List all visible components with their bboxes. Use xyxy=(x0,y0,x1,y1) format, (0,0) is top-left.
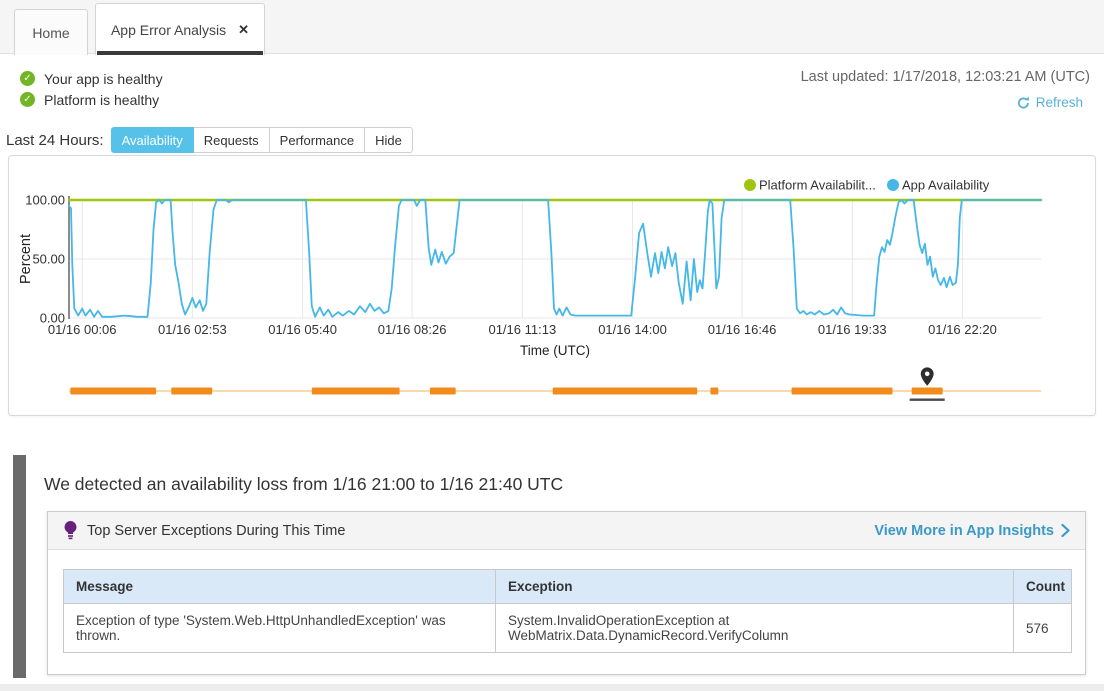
x-tick-label: 01/16 05:40 xyxy=(268,322,337,337)
tab-bar: Home App Error Analysis ✕ xyxy=(0,0,1104,54)
panel-title: Top Server Exceptions During This Time xyxy=(87,523,345,539)
availability-chart-card: 0.0050.00100.0001/16 00:0601/16 02:5301/… xyxy=(8,155,1096,416)
refresh-label: Refresh xyxy=(1036,95,1083,110)
cell-count: 576 xyxy=(1014,604,1072,653)
downtime-segment[interactable] xyxy=(553,388,698,395)
tab-home-label: Home xyxy=(32,25,69,41)
series-line-1 xyxy=(69,200,1041,317)
x-tick-label: 01/16 19:33 xyxy=(818,322,887,337)
y-tick-label: 50.00 xyxy=(32,252,65,267)
cell-message: Exception of type 'System.Web.HttpUnhand… xyxy=(64,604,496,653)
check-circle-icon: ✓ xyxy=(20,92,35,107)
legend-dot xyxy=(744,179,756,191)
active-tab-underline xyxy=(97,51,263,55)
footer-strip xyxy=(0,684,1104,691)
table-row: Exception of type 'System.Web.HttpUnhand… xyxy=(64,604,1072,653)
hide-button[interactable]: Hide xyxy=(364,127,413,153)
panel-header: Top Server Exceptions During This Time V… xyxy=(48,512,1085,550)
health-status: ✓ Your app is healthy ✓ Platform is heal… xyxy=(20,68,163,110)
insight-accent-bar xyxy=(13,455,26,678)
x-tick-label: 01/16 11:13 xyxy=(488,322,556,337)
downtime-segment[interactable] xyxy=(710,388,718,395)
view-more-link[interactable]: View More in App Insights xyxy=(874,523,1070,539)
tab-app-error-analysis[interactable]: App Error Analysis ✕ xyxy=(95,3,265,55)
availability-loss-heading: We detected an availability loss from 1/… xyxy=(44,474,563,495)
performance-button[interactable]: Performance xyxy=(269,127,365,153)
x-tick-label: 01/16 08:26 xyxy=(378,322,447,337)
table-header-row: Message Exception Count xyxy=(64,570,1072,604)
column-header-count: Count xyxy=(1014,570,1072,604)
last-updated-text: Last updated: 1/17/2018, 12:03:21 AM (UT… xyxy=(801,69,1090,85)
platform-health-label: Platform is healthy xyxy=(44,92,159,108)
map-pin-icon[interactable] xyxy=(921,367,934,385)
refresh-button[interactable]: Refresh xyxy=(1017,95,1083,110)
cell-exception: System.InvalidOperationException at WebM… xyxy=(496,604,1014,653)
downtime-segment[interactable] xyxy=(70,388,156,395)
tab-home[interactable]: Home xyxy=(14,9,88,55)
requests-button[interactable]: Requests xyxy=(193,127,270,153)
downtime-segment[interactable] xyxy=(912,388,943,395)
metric-button-group: Availability Requests Performance Hide xyxy=(111,127,413,153)
time-range-controls: Last 24 Hours: Availability Requests Per… xyxy=(6,127,413,153)
availability-button[interactable]: Availability xyxy=(111,127,194,153)
view-more-label: View More in App Insights xyxy=(874,523,1054,539)
y-tick-label: 100.00 xyxy=(25,193,65,208)
availability-chart: 0.0050.00100.0001/16 00:0601/16 02:5301/… xyxy=(9,156,1095,415)
exceptions-table: Message Exception Count Exception of typ… xyxy=(63,569,1072,653)
downtime-segment[interactable] xyxy=(312,388,400,395)
x-axis-title: Time (UTC) xyxy=(520,343,590,358)
legend-label: Platform Availabilit... xyxy=(759,178,876,193)
column-header-exception: Exception xyxy=(496,570,1014,604)
x-tick-label: 01/16 14:00 xyxy=(598,322,667,337)
x-tick-label: 01/16 00:06 xyxy=(48,322,117,337)
selected-segment-underline xyxy=(910,399,945,401)
app-health-label: Your app is healthy xyxy=(44,71,163,87)
downtime-segment[interactable] xyxy=(792,388,893,395)
refresh-icon xyxy=(1017,96,1030,109)
downtime-segment[interactable] xyxy=(430,388,456,395)
chevron-right-icon xyxy=(1061,524,1070,537)
top-exceptions-panel: Top Server Exceptions During This Time V… xyxy=(47,511,1086,675)
y-axis-title: Percent xyxy=(18,234,34,284)
x-tick-label: 01/16 16:46 xyxy=(708,322,777,337)
time-range-label: Last 24 Hours: xyxy=(6,132,104,149)
x-tick-label: 01/16 22:20 xyxy=(928,322,997,337)
column-header-message: Message xyxy=(64,570,496,604)
tab-active-label: App Error Analysis xyxy=(111,22,226,38)
x-tick-label: 01/16 02:53 xyxy=(158,322,227,337)
close-icon[interactable]: ✕ xyxy=(238,22,249,38)
platform-health-row: ✓ Platform is healthy xyxy=(20,89,163,110)
lightbulb-icon xyxy=(63,521,78,540)
check-circle-icon: ✓ xyxy=(20,71,35,86)
downtime-segment[interactable] xyxy=(171,388,212,395)
app-health-row: ✓ Your app is healthy xyxy=(20,68,163,89)
legend-label: App Availability xyxy=(902,178,990,193)
legend-dot xyxy=(887,179,899,191)
